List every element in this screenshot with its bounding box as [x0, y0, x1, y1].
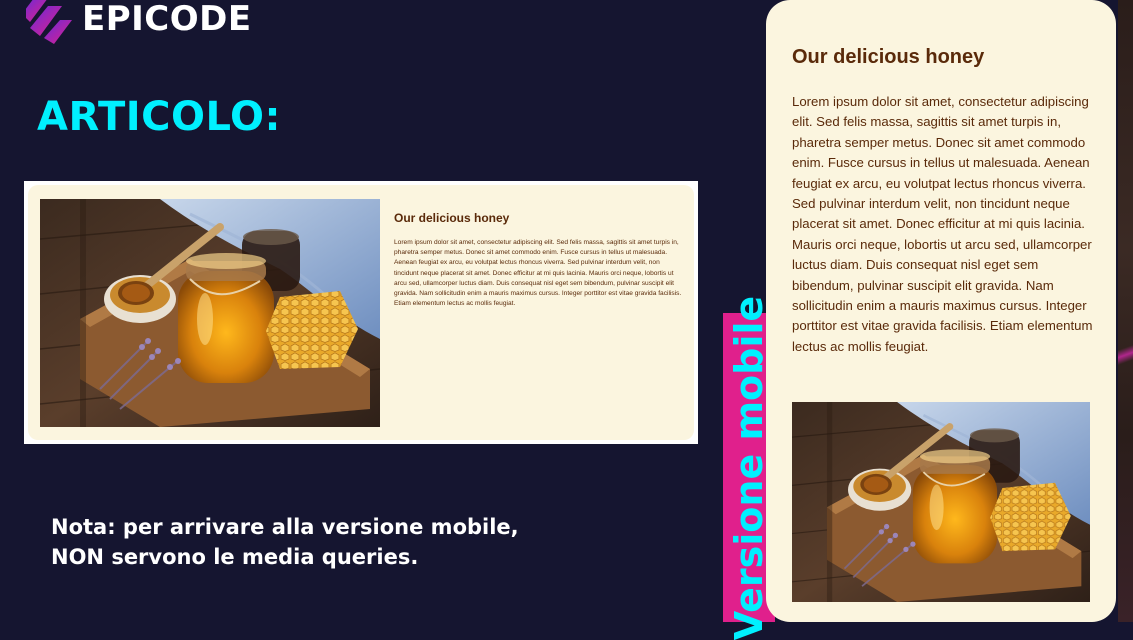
note-text: Nota: per arrivare alla versione mobile,… [51, 515, 519, 569]
epicode-logo-icon [26, 0, 74, 44]
brand-logo: EPICODE [26, 0, 252, 44]
honey-photo-image [40, 199, 380, 427]
desktop-article-preview: Our delicious honey Lorem ipsum dolor si… [24, 181, 698, 444]
mobile-article-title: Our delicious honey [792, 46, 985, 68]
brand-name: EPICODE [82, 0, 252, 39]
article-body: Lorem ipsum dolor sit amet, consectetur … [394, 239, 682, 308]
mobile-article-body: Lorem ipsum dolor sit amet, consectetur … [792, 94, 1093, 354]
mobile-label-text: Versione mobile [727, 295, 771, 640]
article-title: Our delicious honey [394, 211, 510, 225]
background-photo-edge [1118, 0, 1133, 622]
mobile-honey-photo-image [792, 402, 1090, 602]
article-card-mobile: Our delicious honey Lorem ipsum dolor si… [766, 0, 1116, 622]
section-heading: ARTICOLO: [37, 94, 282, 140]
article-card-desktop: Our delicious honey Lorem ipsum dolor si… [28, 185, 694, 440]
